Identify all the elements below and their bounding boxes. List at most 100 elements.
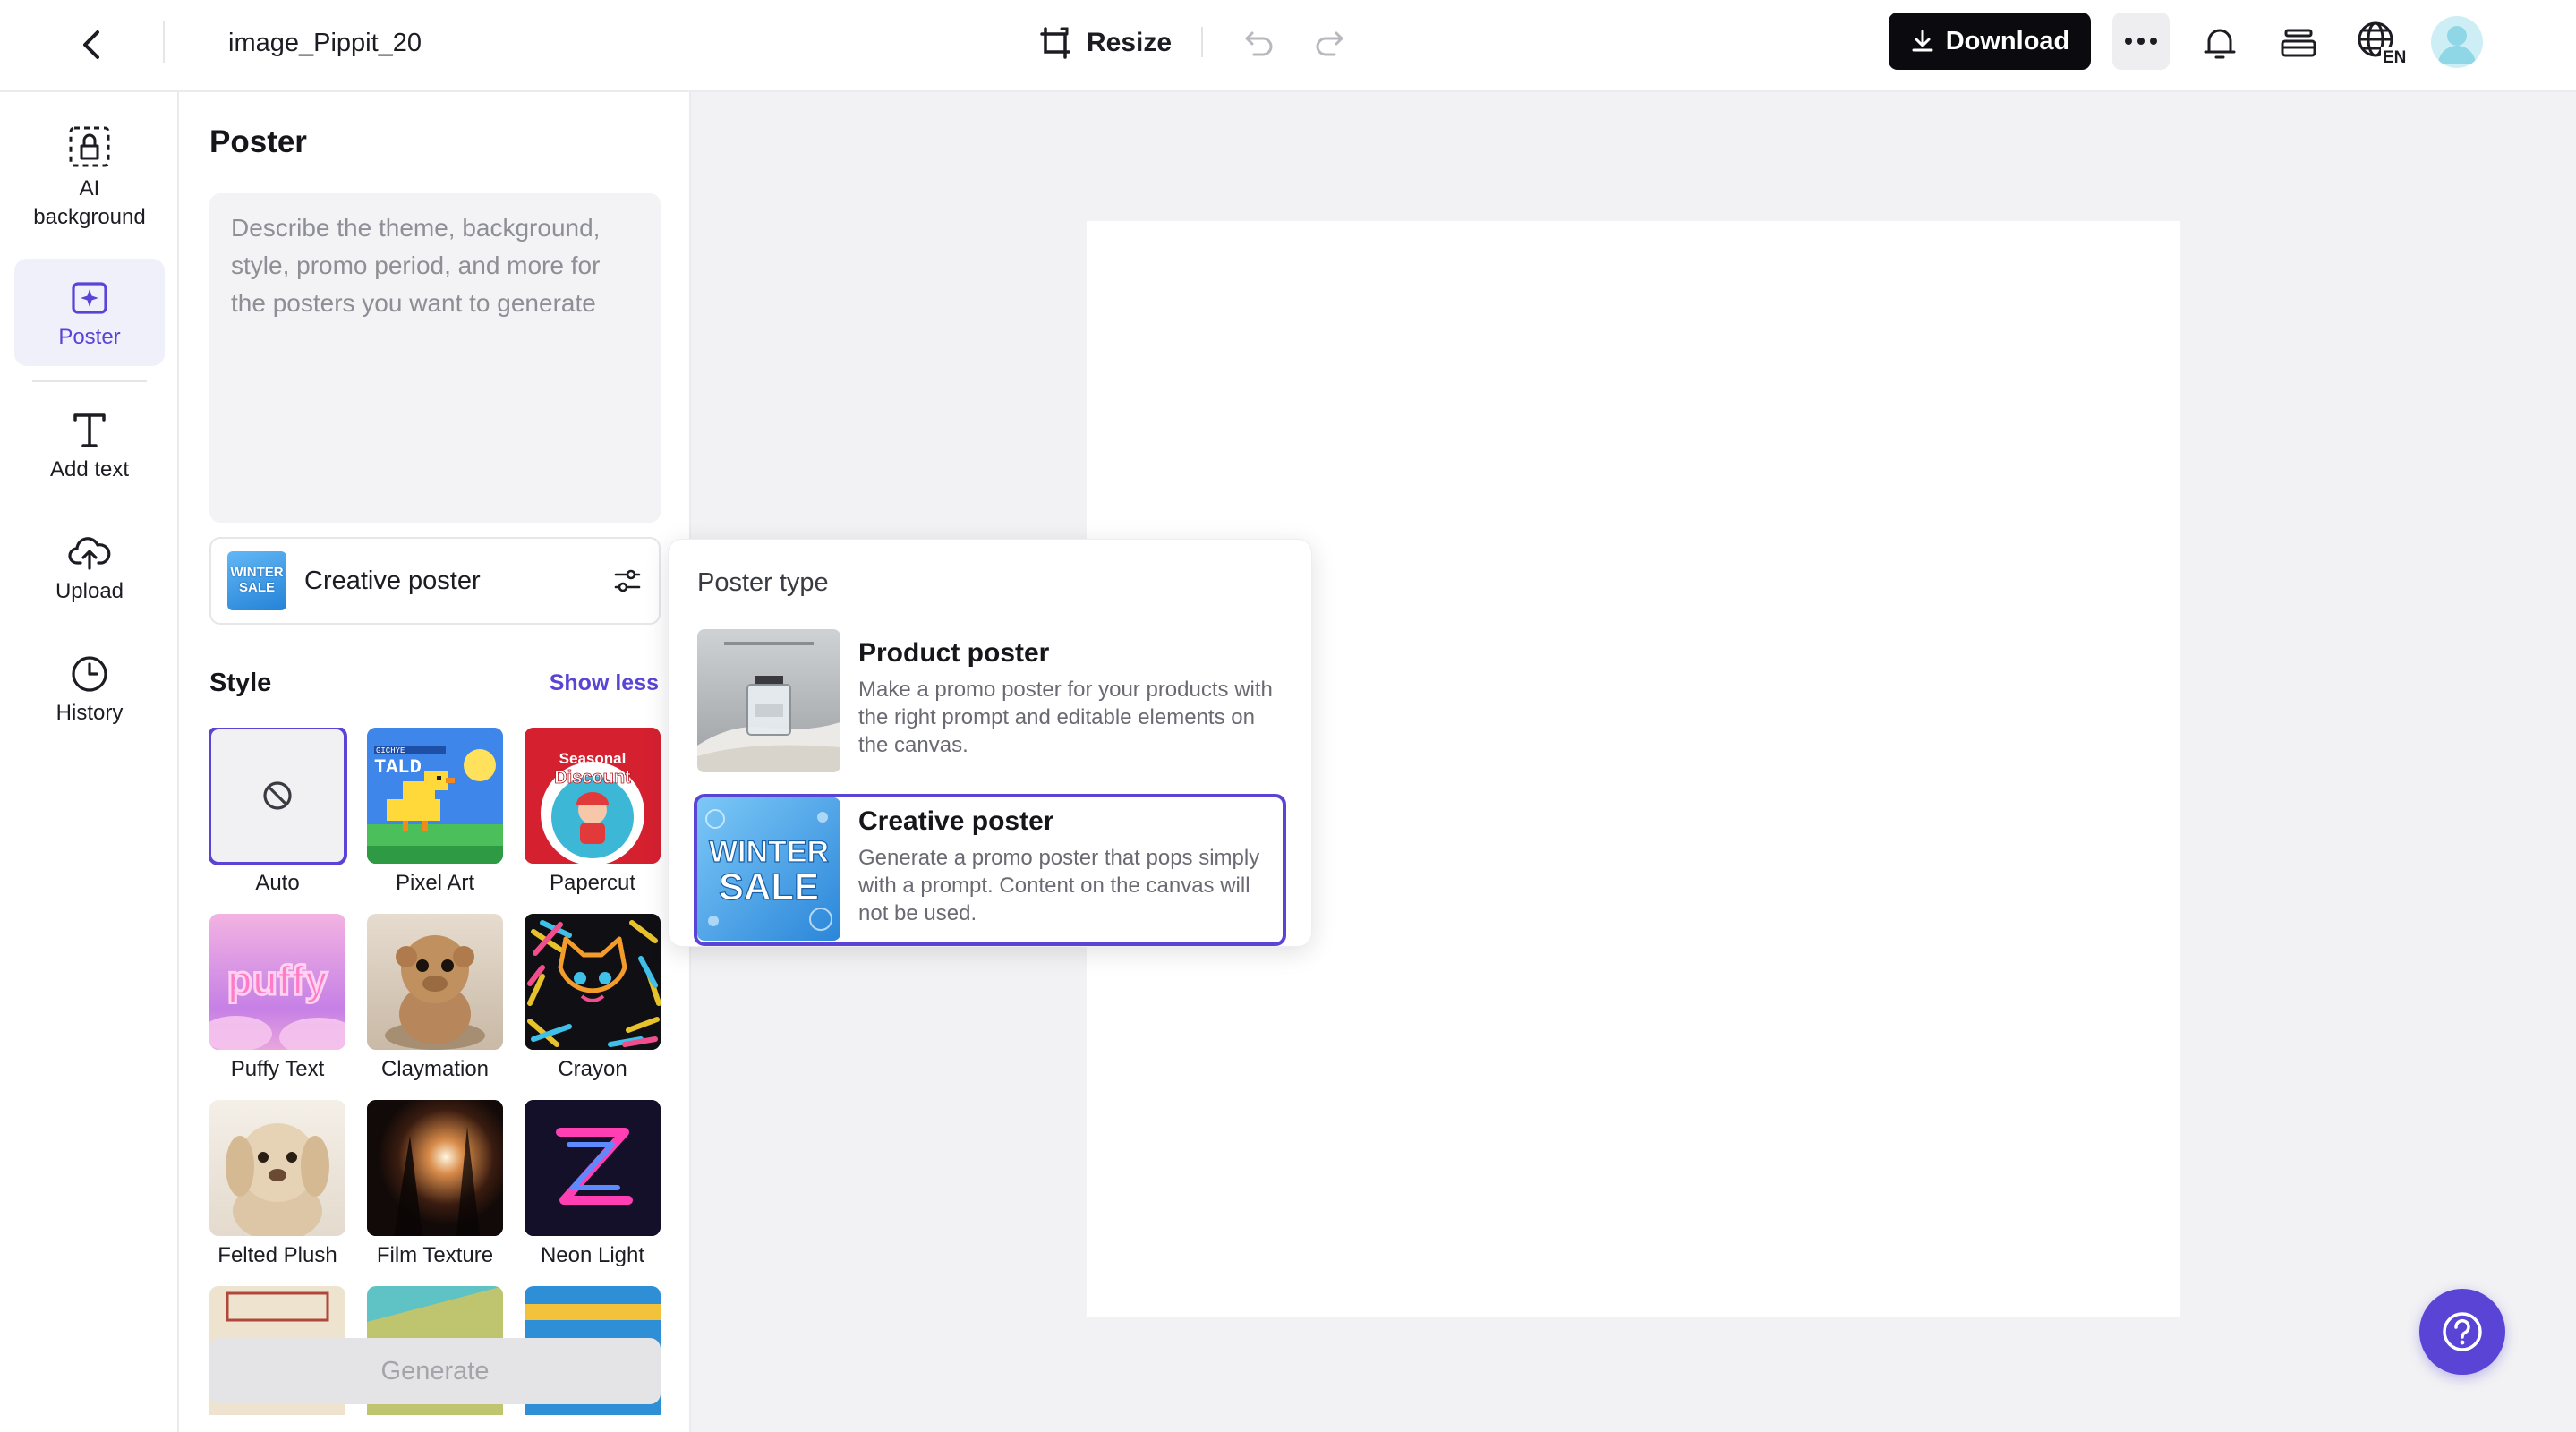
- language-button[interactable]: EN: [2354, 16, 2413, 70]
- rail-item-history[interactable]: History: [14, 645, 165, 744]
- style-label: Papercut: [549, 871, 636, 895]
- download-button[interactable]: Download: [1889, 13, 2091, 70]
- stack-icon: [2281, 29, 2316, 57]
- product-poster-image: [697, 629, 840, 772]
- style-thumb-pixel-art: GICHYE TALD: [367, 728, 503, 864]
- poster-type-select[interactable]: WINTER SALE Creative poster: [209, 537, 661, 625]
- undo-icon: [1245, 31, 1273, 56]
- poster-panel: Poster WINTER SALE Creative poster Style…: [179, 92, 691, 1432]
- winter-sale-image: WINTER SALE: [697, 797, 840, 941]
- thumb-winter-text: WINTER: [230, 565, 284, 580]
- style-label: Puffy Text: [230, 1057, 325, 1081]
- winter-word: WINTER: [709, 835, 829, 869]
- rail-label: Poster: [58, 325, 121, 349]
- pixel-art-image: GICHYE TALD: [367, 728, 503, 864]
- rail-item-add-text[interactable]: Add text: [14, 402, 165, 500]
- globe-icon: EN: [2358, 21, 2410, 66]
- avatar-silhouette-icon: [2438, 26, 2476, 64]
- creative-poster-thumbnail: WINTER SALE: [697, 797, 840, 941]
- style-card-crayon[interactable]: Crayon: [525, 914, 661, 1082]
- poster-type-label: Creative poster: [304, 566, 481, 595]
- rail-item-poster[interactable]: Poster: [14, 259, 165, 366]
- generate-button[interactable]: Generate: [209, 1338, 661, 1404]
- popup-title: Poster type: [697, 568, 829, 597]
- style-section-title: Style: [209, 669, 272, 697]
- inbox-button[interactable]: [2273, 18, 2324, 68]
- chevron-left-icon: [83, 30, 99, 59]
- ai-background-icon: [69, 126, 110, 167]
- more-options-button[interactable]: [2112, 13, 2170, 70]
- show-less-link[interactable]: Show less: [550, 670, 659, 696]
- style-label: Crayon: [558, 1057, 627, 1081]
- bell-icon: [2204, 29, 2236, 59]
- notifications-button[interactable]: [2195, 18, 2245, 68]
- tool-rail: AI background Poster Add text Upload His…: [0, 92, 179, 1432]
- download-icon: [1912, 30, 1933, 52]
- option-name: Product poster: [858, 638, 1050, 668]
- clock-icon: [72, 656, 107, 692]
- style-label: Felted Plush: [218, 1243, 337, 1267]
- option-description: Make a promo poster for your products wi…: [858, 678, 1273, 757]
- sale-word: SALE: [719, 865, 819, 908]
- style-thumb-puffy-text: puffy: [209, 914, 345, 1050]
- help-button[interactable]: [2419, 1289, 2505, 1375]
- poster-type-option-creative[interactable]: WINTER SALE Creative poster Generate a p…: [694, 794, 1286, 946]
- rail-item-upload[interactable]: Upload: [14, 524, 165, 622]
- style-thumb-papercut: Seasonal Discount: [525, 728, 661, 864]
- settings-sliders-icon: [614, 569, 641, 592]
- style-label: Neon Light: [540, 1243, 645, 1267]
- undo-button[interactable]: [1237, 20, 1282, 64]
- redo-button[interactable]: [1307, 20, 1352, 64]
- style-card-auto[interactable]: Auto: [209, 728, 347, 896]
- panel-title: Poster: [209, 124, 307, 159]
- poster-prompt-input[interactable]: [209, 193, 661, 523]
- resize-label: Resize: [1087, 28, 1173, 57]
- puffy-text-image: puffy: [209, 956, 345, 1050]
- style-card-felted-plush[interactable]: Felted Plush: [209, 1100, 345, 1268]
- papercut-line2-text: Discount: [554, 768, 631, 788]
- user-avatar[interactable]: [2431, 16, 2483, 68]
- none-icon: [263, 781, 292, 810]
- text-icon: [73, 413, 106, 448]
- style-label: Claymation: [380, 1057, 490, 1081]
- rail-label: Upload: [55, 579, 124, 603]
- pixel-art-top-text: GICHYE: [376, 746, 405, 755]
- style-card-claymation[interactable]: Claymation: [367, 914, 503, 1082]
- style-card-papercut[interactable]: Seasonal Discount Papercut: [525, 728, 661, 896]
- rail-label: History: [55, 701, 124, 725]
- style-card-film-texture[interactable]: Film Texture: [367, 1100, 503, 1268]
- style-thumb-felted-plush: [209, 1100, 345, 1236]
- style-thumb-film-texture: [367, 1100, 503, 1236]
- pixel-art-word: TALD: [374, 756, 422, 779]
- puffy-text-word: puffy: [227, 957, 328, 1003]
- rail-label: Add text: [49, 457, 130, 482]
- poster-type-popup: Poster type Product poster Make a promo …: [668, 539, 1312, 947]
- poster-type-option-product[interactable]: Product poster Make a promo poster for y…: [694, 626, 1286, 778]
- style-card-puffy-text[interactable]: puffy Puffy Text: [209, 914, 345, 1082]
- option-name: Creative poster: [858, 806, 1054, 836]
- style-label: Auto: [255, 871, 300, 895]
- papercut-image: Seasonal Discount: [525, 728, 661, 864]
- creative-poster-thumbnail: WINTER SALE: [227, 551, 286, 610]
- film-texture-image: [367, 1100, 503, 1236]
- option-description: Generate a promo poster that pops simply…: [858, 846, 1260, 925]
- product-poster-thumbnail: [697, 629, 840, 772]
- style-thumb-crayon: [525, 914, 661, 1050]
- style-thumb-auto: [209, 728, 347, 865]
- file-name[interactable]: image_Pippit_20: [228, 25, 422, 61]
- crayon-image: [525, 914, 661, 1050]
- header-divider: [163, 21, 165, 63]
- download-label: Download: [1945, 26, 2070, 55]
- papercut-line1-text: Seasonal: [559, 750, 627, 767]
- language-code: EN: [2383, 48, 2406, 66]
- back-button[interactable]: [66, 20, 116, 70]
- felted-plush-image: [226, 1123, 329, 1236]
- style-label: Pixel Art: [395, 871, 475, 895]
- top-header: image_Pippit_20 Resize Download EN: [0, 0, 2576, 92]
- style-card-pixel-art[interactable]: GICHYE TALD Pixel Art: [367, 728, 503, 896]
- more-dots-icon: [2125, 38, 2157, 45]
- claymation-image: [385, 935, 485, 1050]
- rail-item-ai-background[interactable]: AI background: [14, 115, 165, 250]
- style-card-neon-light[interactable]: Neon Light: [525, 1100, 661, 1268]
- resize-button[interactable]: Resize: [1038, 18, 1172, 68]
